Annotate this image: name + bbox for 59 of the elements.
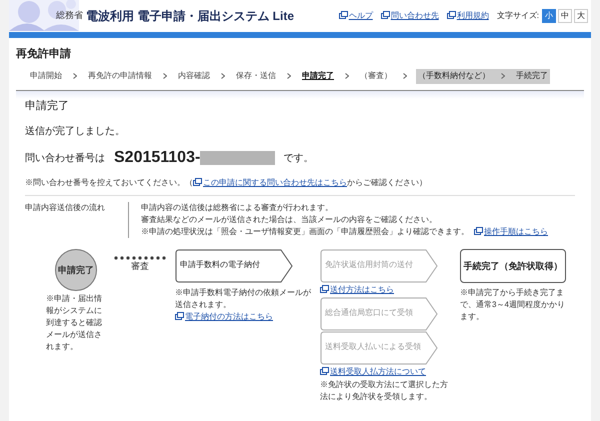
page-title: 再免許申請: [16, 46, 72, 62]
chevron-icon: [501, 73, 505, 79]
external-window-icon: [320, 367, 329, 375]
external-window-icon: [175, 312, 184, 320]
inquiry-suffix: です。: [283, 152, 314, 166]
link[interactable]: 利用規約: [446, 10, 489, 22]
inquiry-label: 問い合わせ番号は: [25, 152, 105, 166]
external-window-icon: [380, 10, 390, 18]
step-note: ※申請完了から手続き完了まで、通常3～4週間程度かかります。: [460, 287, 566, 323]
inquiry-number: S20151103-: [114, 148, 200, 168]
step-note: ※申請・届出情報がシステムに到達すると確認メールが送信されます。: [46, 293, 103, 353]
breadcrumb-step: （手数料納付など）: [416, 70, 492, 82]
step-title: 総合通信局窓口にて受領: [325, 307, 413, 319]
chevron-icon: [73, 73, 77, 79]
step-title: 送料受取人払いによる受領: [325, 341, 421, 353]
external-window-icon: [338, 10, 348, 18]
link[interactable]: 問い合わせ先: [380, 10, 439, 22]
breadcrumb-step: 保存・送信: [234, 70, 278, 82]
section-title: 申請完了: [25, 98, 70, 114]
breadcrumb-step: 手続完了: [514, 70, 550, 82]
breadcrumb-step: （審査）: [358, 70, 394, 82]
chevron-icon: [221, 73, 225, 79]
flow-text: ※申請の処理状況は「照会・ユーザ情報変更」画面の「申請履歴照会」より確認できます。 操作手順はこちら: [141, 226, 548, 238]
link[interactable]: ヘルプ: [338, 10, 373, 22]
external-window-icon: [193, 178, 202, 186]
link[interactable]: 電子納付の方法はこちら: [175, 312, 273, 321]
step-note: ※申請手数料電子納付の依頼メールが送信されます。: [175, 287, 312, 311]
font-size-label: 文字サイズ:: [496, 10, 539, 22]
link[interactable]: 送付方法はこちら: [320, 285, 394, 294]
chevron-icon: [345, 73, 349, 79]
external-window-icon: [474, 227, 483, 235]
chevron-icon: [403, 73, 407, 79]
flow-label: 申請内容送信後の流れ: [25, 202, 106, 214]
font-size-button[interactable]: 小: [542, 8, 556, 22]
font-size-button[interactable]: 中: [558, 8, 572, 22]
flow-text: 審査結果などのメールが送信された場合は、当該メールの内容をご確認ください。: [141, 214, 438, 226]
font-size-button[interactable]: 大: [574, 8, 588, 22]
chevron-icon: [163, 73, 167, 79]
link[interactable]: この申請に関する問い合わせ先はこちら: [193, 178, 347, 187]
finish-box: 手続完了（免許状取得）: [460, 249, 566, 283]
note-text: ※問い合わせ番号を控えておいてください。（ この申請に関する問い合わせ先はこちらからご確認ください）: [25, 177, 428, 189]
chevron-icon: [287, 73, 291, 79]
dotted-line: [113, 256, 167, 260]
step-note: ※免許状の受取方法にて選択した方法により免許状を受領します。: [320, 379, 449, 403]
app-title: 電波利用 電子申請・届出システム Lite: [86, 8, 294, 24]
review-label: 審査: [131, 260, 149, 272]
ministry-label: 総務省: [56, 8, 83, 22]
link[interactable]: 操作手順はこちら: [474, 227, 548, 236]
external-window-icon: [446, 10, 456, 18]
breadcrumb-step: 内容確認: [176, 70, 212, 82]
step-title: 申請手数料の電子納付: [180, 259, 260, 271]
external-window-icon: [320, 285, 329, 293]
breadcrumb-step: 申請開始: [28, 70, 64, 82]
flow-text: 申請内容の送信後は総務省による審査が行われます。: [141, 202, 334, 214]
message: 送信が完了しました。: [25, 124, 126, 139]
breadcrumb-step: 再免許の申請情報: [86, 70, 154, 82]
breadcrumb-step: 申請完了: [300, 70, 336, 82]
step-title: 免許状返信用封筒の送付: [325, 259, 413, 271]
link[interactable]: 送料受取人払方法について: [320, 367, 426, 376]
